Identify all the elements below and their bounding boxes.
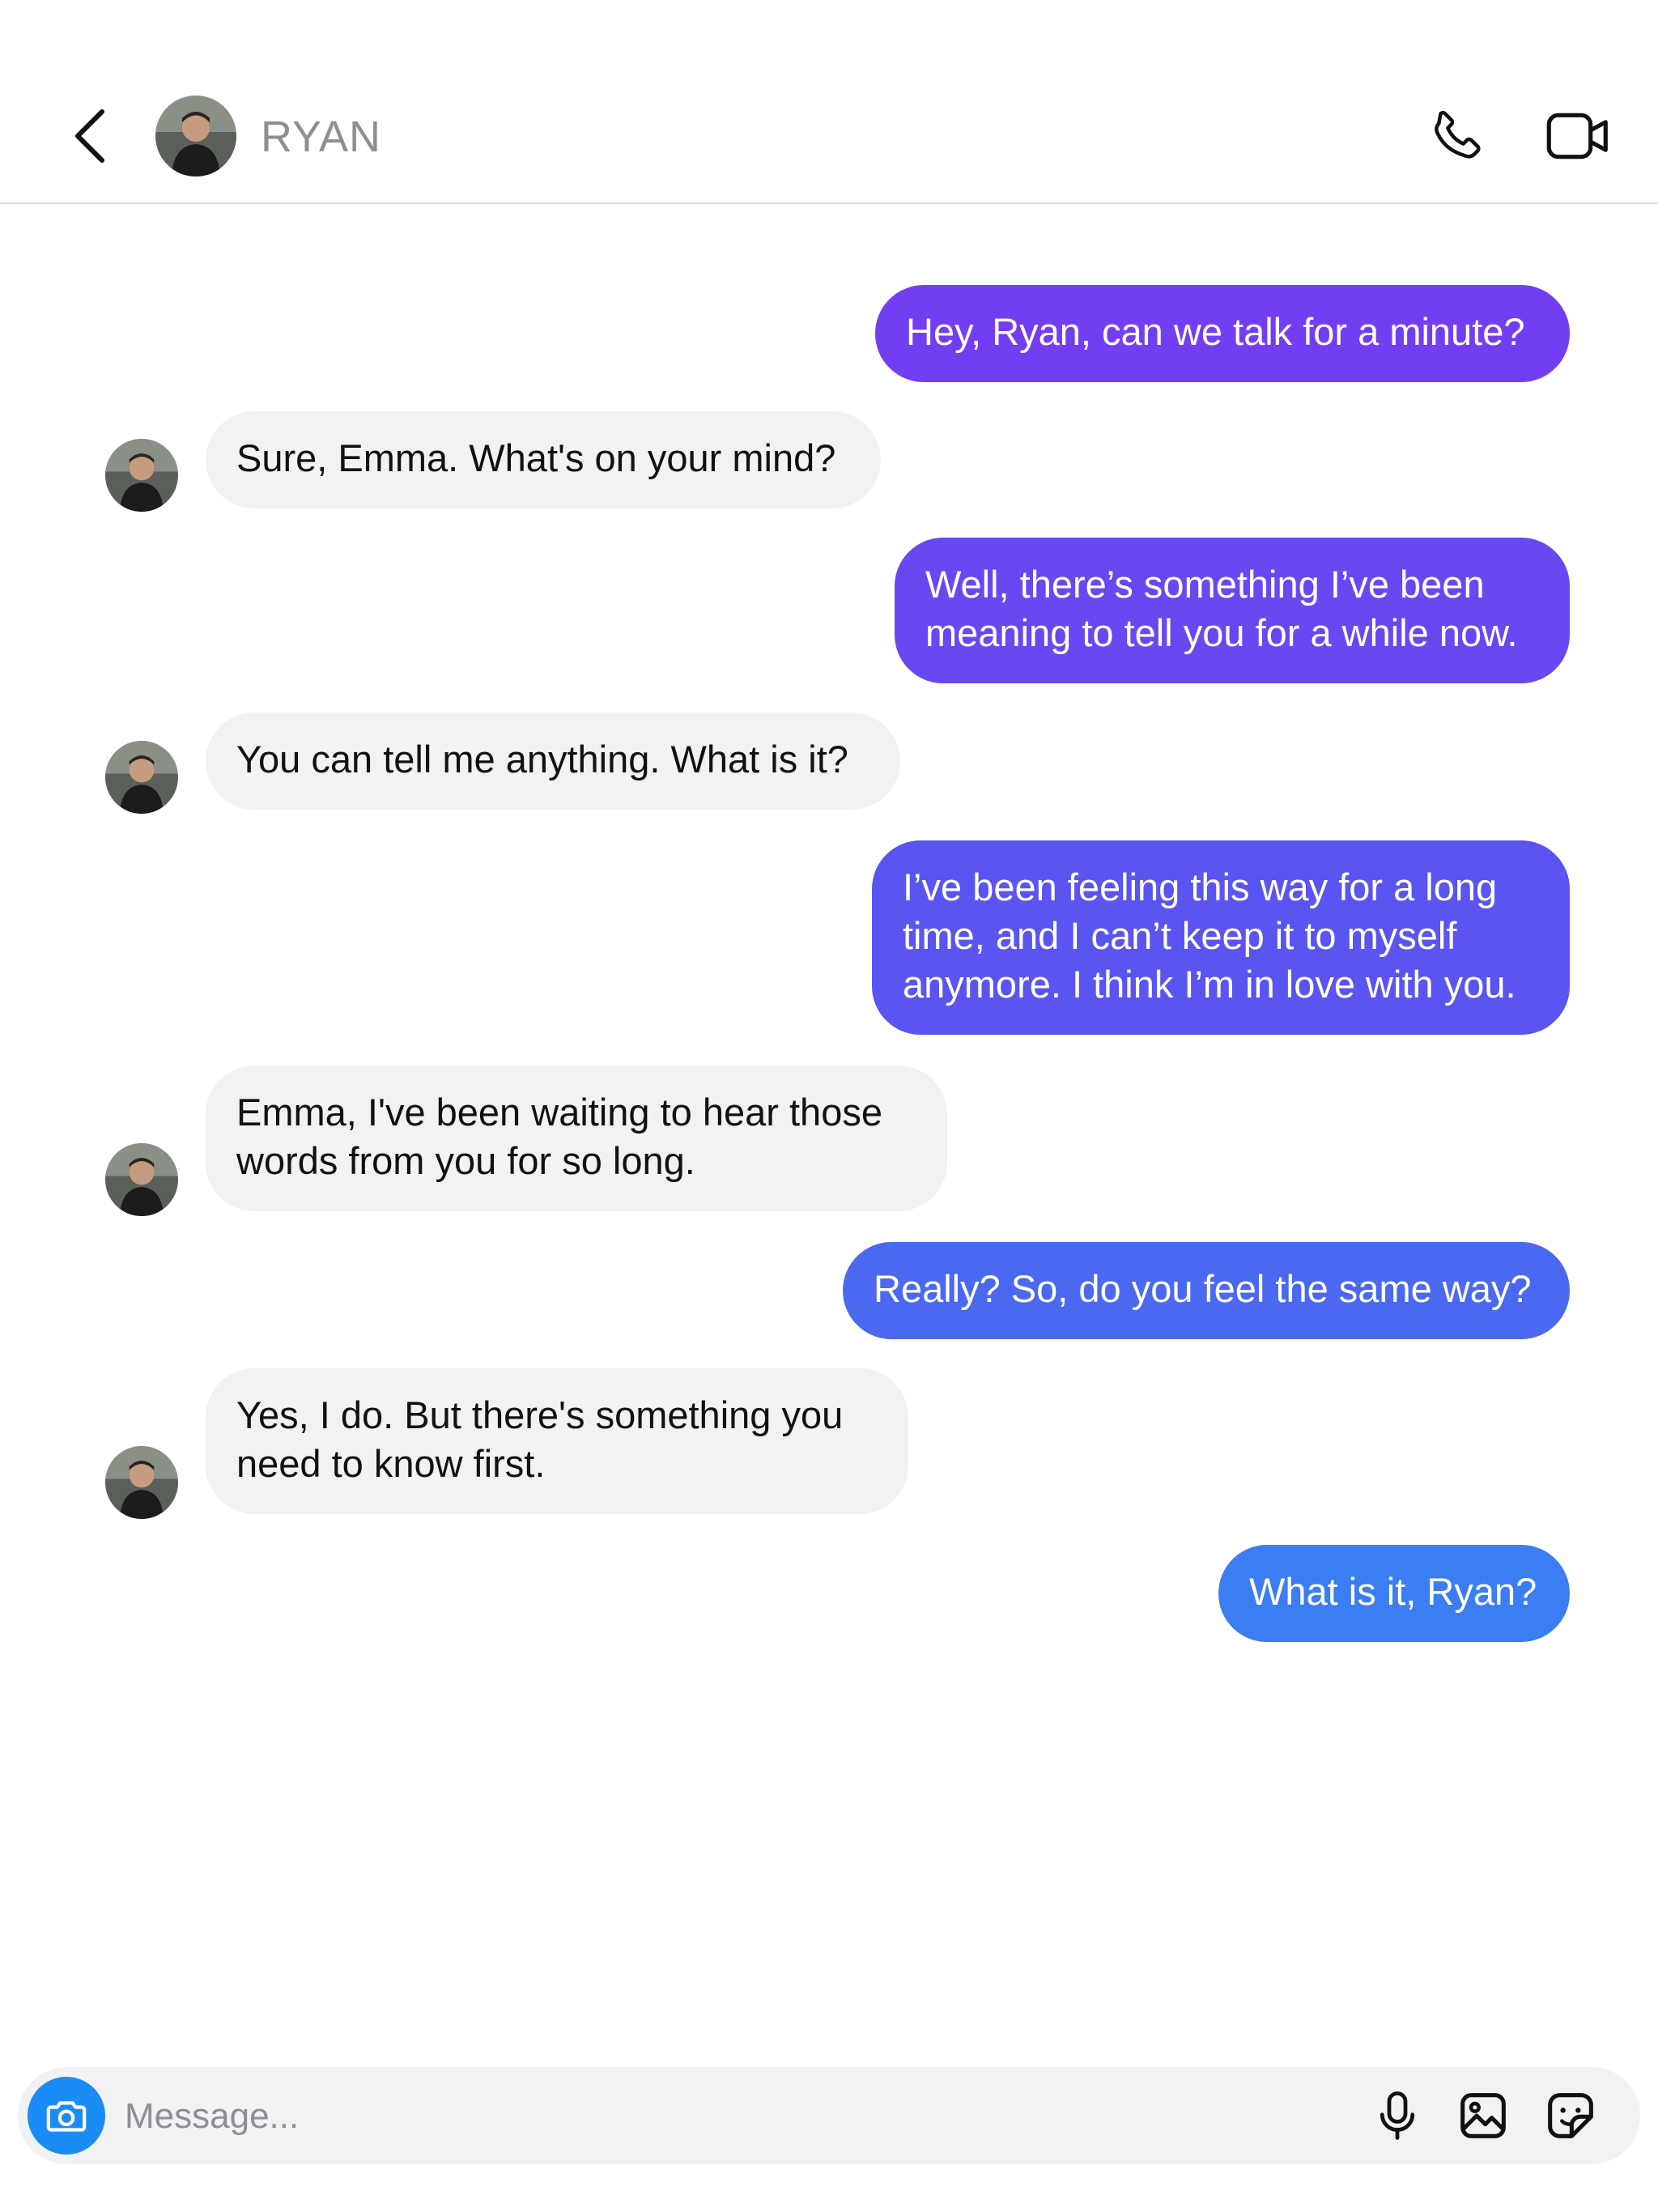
chat-header: RYAN	[0, 0, 1658, 204]
video-camera-icon	[1546, 113, 1608, 160]
gallery-button[interactable]	[1454, 2087, 1512, 2145]
chevron-left-icon	[75, 109, 104, 163]
message-list[interactable]: Hey, Ryan, can we talk for a minute? Sur…	[0, 204, 1658, 2050]
video-call-button[interactable]	[1541, 104, 1614, 168]
contact-name[interactable]: RYAN	[261, 112, 381, 162]
camera-button[interactable]	[28, 2077, 105, 2155]
contact-avatar-small[interactable]	[105, 1143, 178, 1216]
sticker-icon	[1548, 2093, 1593, 2138]
message-composer	[18, 2067, 1640, 2164]
microphone-button[interactable]	[1368, 2087, 1426, 2145]
message-bubble-outgoing[interactable]: Really? So, do you feel the same way?	[843, 1242, 1570, 1339]
message-bubble-incoming[interactable]: Sure, Emma. What's on your mind?	[206, 411, 881, 508]
contact-avatar-small[interactable]	[105, 439, 178, 512]
image-gallery-icon	[1460, 2093, 1506, 2138]
message-bubble-incoming[interactable]: Emma, I've been waiting to hear those wo…	[206, 1066, 947, 1211]
contact-avatar-small[interactable]	[105, 741, 178, 814]
chat-screen: RYAN Hey, Ryan, can we talk for a minute…	[0, 0, 1658, 2212]
call-button[interactable]	[1425, 104, 1490, 168]
back-button[interactable]	[57, 99, 121, 173]
contact-avatar[interactable]	[155, 96, 236, 177]
message-bubble-outgoing[interactable]: Hey, Ryan, can we talk for a minute?	[875, 285, 1570, 382]
message-input[interactable]	[123, 2083, 1341, 2150]
contact-avatar-small[interactable]	[105, 1446, 178, 1519]
phone-icon	[1435, 111, 1481, 159]
message-bubble-outgoing[interactable]: Well, there’s something I’ve been meanin…	[895, 538, 1570, 683]
message-bubble-incoming[interactable]: Yes, I do. But there's something you nee…	[206, 1368, 908, 1514]
microphone-icon	[1380, 2091, 1415, 2140]
message-bubble-outgoing[interactable]: I’ve been feeling this way for a long ti…	[872, 840, 1570, 1035]
sticker-button[interactable]	[1541, 2087, 1600, 2145]
message-bubble-outgoing[interactable]: What is it, Ryan?	[1218, 1545, 1570, 1642]
message-bubble-incoming[interactable]: You can tell me anything. What is it?	[206, 713, 900, 810]
camera-icon	[46, 2101, 87, 2132]
